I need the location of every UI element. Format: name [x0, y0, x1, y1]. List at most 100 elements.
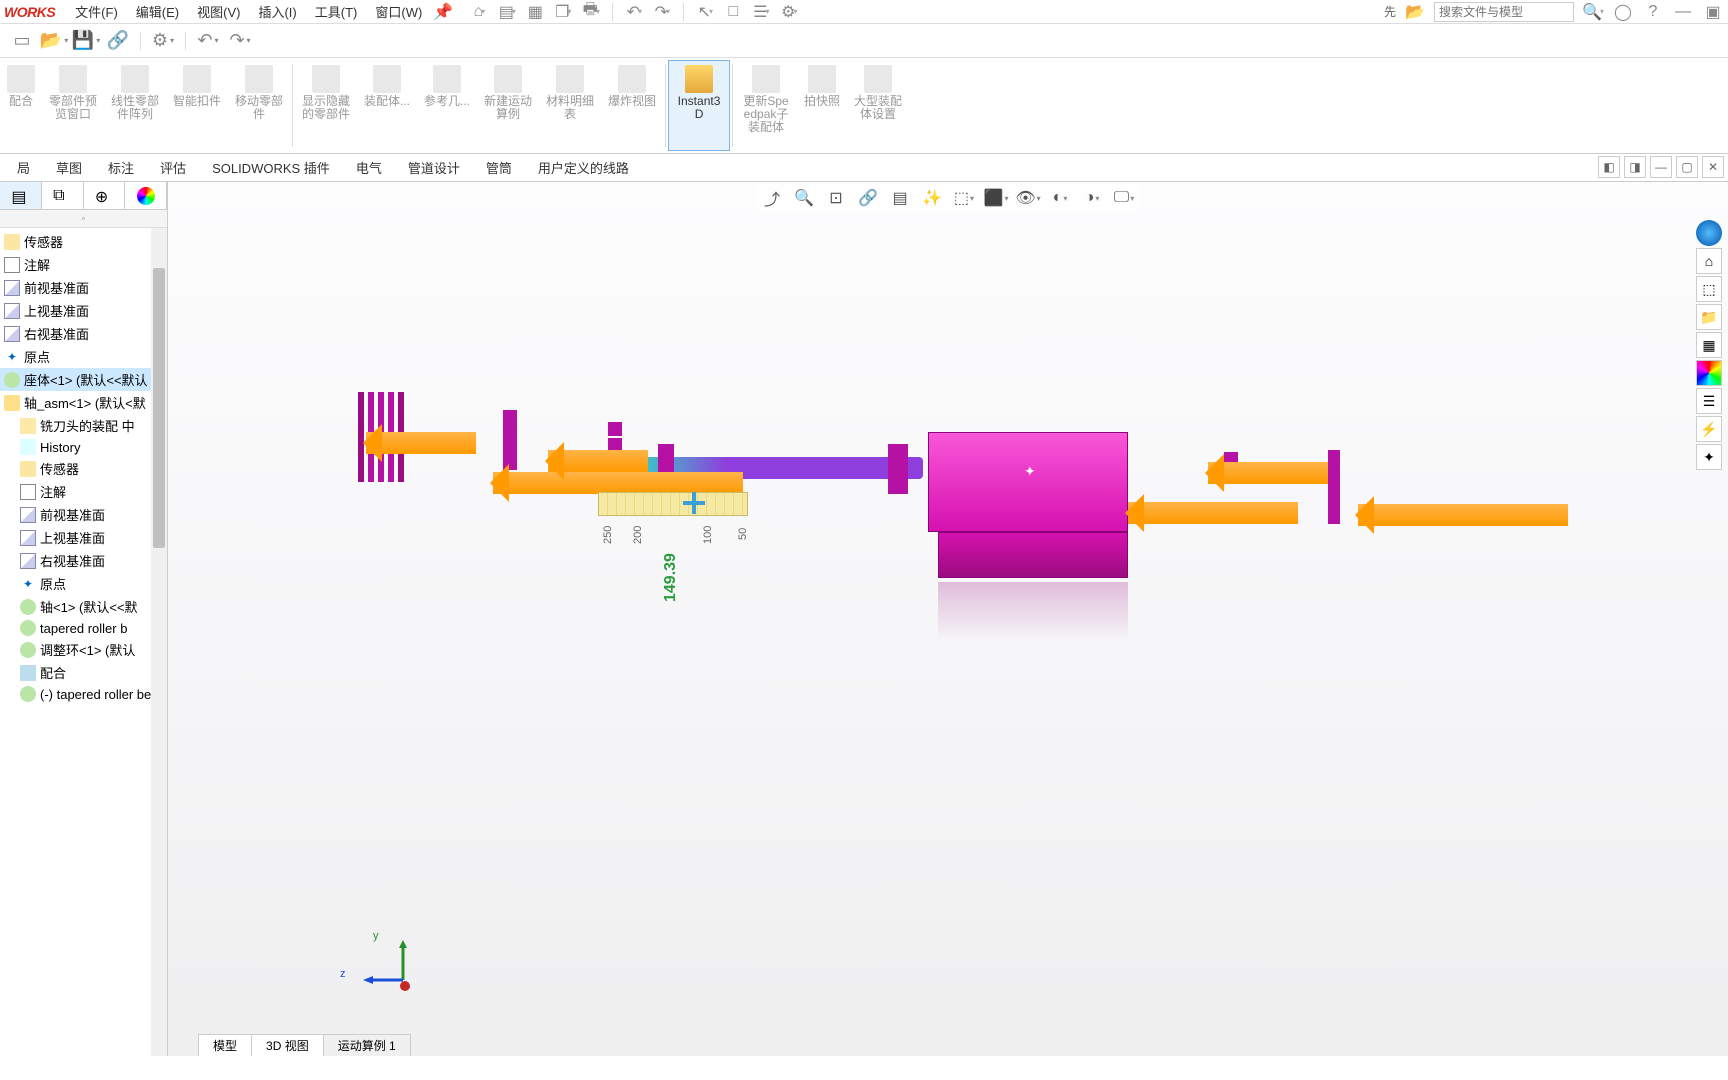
move-handle-icon[interactable]: [683, 492, 705, 514]
vp-dynamic-icon[interactable]: ✨: [918, 186, 946, 210]
tree-node-0[interactable]: 传感器: [0, 230, 167, 253]
redo-icon[interactable]: ↷: [651, 1, 673, 23]
tree-node-18[interactable]: 调整环<1> (默认: [0, 638, 167, 661]
btab-3dview[interactable]: 3D 视图: [251, 1034, 324, 1056]
orientation-triad[interactable]: [363, 936, 423, 996]
tab-electric[interactable]: 电气: [343, 153, 395, 181]
tree-node-20[interactable]: (-) tapered roller be: [0, 684, 167, 704]
tree-node-17[interactable]: tapered roller b: [0, 618, 167, 638]
rt-home-icon[interactable]: ⌂: [1696, 248, 1722, 274]
tab-evaluate[interactable]: 评估: [147, 153, 199, 181]
vp-hide-show-icon[interactable]: 👁: [1014, 186, 1042, 210]
fp-tab-appear[interactable]: [125, 182, 167, 209]
tree-node-3[interactable]: 上视基准面: [0, 299, 167, 322]
vp-appear-icon[interactable]: ◑: [1078, 186, 1106, 210]
gear-icon[interactable]: ⚙: [778, 1, 800, 23]
undo2-btn[interactable]: ↶: [194, 27, 222, 55]
rt-motion-icon[interactable]: ⚡: [1696, 416, 1722, 442]
tree-node-14[interactable]: 右视基准面: [0, 549, 167, 572]
vp-zoom-fit-icon[interactable]: 🔍: [790, 186, 818, 210]
viewport-3d[interactable]: ⤴ 🔍 ⊡ 🔗 ▤ ✨ ⬚ ⬛ 👁 ◐ ◑ 🖵 ✦: [168, 182, 1728, 1056]
vp-scene-icon[interactable]: ◐: [1046, 186, 1074, 210]
attach-btn[interactable]: 🔗: [104, 27, 132, 55]
menu-file[interactable]: 文件(F): [67, 0, 126, 23]
tab-tube[interactable]: 管筒: [473, 153, 525, 181]
rt-color-icon[interactable]: [1696, 360, 1722, 386]
list-icon[interactable]: ☰: [750, 1, 772, 23]
rt-box-icon[interactable]: ⬚: [1696, 276, 1722, 302]
panel-left-btn[interactable]: ◧: [1598, 156, 1620, 178]
tab-sketch[interactable]: 草图: [43, 153, 95, 181]
vp-prev-view-icon[interactable]: 🔗: [854, 186, 882, 210]
rt-render-icon[interactable]: ✦: [1696, 444, 1722, 470]
tab-annotate[interactable]: 标注: [95, 153, 147, 181]
doc-close-btn[interactable]: ✕: [1702, 156, 1724, 178]
vp-screen-icon[interactable]: 🖵: [1110, 186, 1138, 210]
fp-tab-tree[interactable]: ▤: [0, 182, 42, 209]
select-icon[interactable]: ↖: [694, 1, 716, 23]
search-input[interactable]: [1434, 2, 1574, 22]
panel-right-btn[interactable]: ◨: [1624, 156, 1646, 178]
tree-node-16[interactable]: 轴<1> (默认<<默: [0, 595, 167, 618]
tree-node-1[interactable]: 注解: [0, 253, 167, 276]
print-icon[interactable]: 🖶: [580, 1, 602, 23]
menu-tools[interactable]: 工具(T): [307, 0, 366, 23]
save-btn[interactable]: 💾: [72, 27, 100, 55]
redo2-btn[interactable]: ↷: [226, 27, 254, 55]
menu-edit[interactable]: 编辑(E): [128, 0, 187, 23]
tree-node-7[interactable]: 轴_asm<1> (默认<默: [0, 391, 167, 414]
tree-node-19[interactable]: 配合: [0, 661, 167, 684]
rt-globe-icon[interactable]: [1696, 220, 1722, 246]
doc-min-btn[interactable]: —: [1650, 156, 1672, 178]
options-btn[interactable]: ⚙: [149, 27, 177, 55]
open-btn[interactable]: 📂: [40, 27, 68, 55]
vp-view-orient-icon[interactable]: ⬚: [950, 186, 978, 210]
tree-node-12[interactable]: 前视基准面: [0, 503, 167, 526]
new-btn[interactable]: ▭: [8, 27, 36, 55]
menu-window[interactable]: 窗口(W): [367, 0, 430, 23]
dim-icon[interactable]: □: [722, 1, 744, 23]
tree-node-15[interactable]: 原点: [0, 572, 167, 595]
minimize-icon[interactable]: —: [1672, 1, 1694, 23]
tab-plugins[interactable]: SOLIDWORKS 插件: [199, 153, 343, 181]
menu-insert[interactable]: 插入(I): [250, 0, 304, 23]
doc-max-btn[interactable]: ▢: [1676, 156, 1698, 178]
tab-pipe[interactable]: 管道设计: [395, 153, 473, 181]
tree-node-8[interactable]: 铣刀头的装配 中: [0, 414, 167, 437]
menu-view[interactable]: 视图(V): [189, 0, 248, 23]
fp-tab-display[interactable]: ⊕: [84, 182, 126, 209]
layers-icon[interactable]: ❐: [552, 1, 574, 23]
vp-normal-icon[interactable]: ⤴: [758, 186, 786, 210]
rt-folder-icon[interactable]: 📁: [1696, 304, 1722, 330]
fp-tab-config[interactable]: ⧉: [42, 182, 84, 209]
pin-icon[interactable]: 📌: [432, 1, 454, 23]
maximize-icon[interactable]: ▣: [1702, 1, 1724, 23]
tree-node-4[interactable]: 右视基准面: [0, 322, 167, 345]
search-icon[interactable]: 🔍: [1582, 1, 1604, 23]
undo-icon[interactable]: ↶: [623, 1, 645, 23]
tree-node-6[interactable]: 座体<1> (默认<<默认: [0, 368, 167, 391]
tab-layout[interactable]: 局: [4, 153, 43, 181]
user-icon[interactable]: ◯: [1612, 1, 1634, 23]
ribbon-btn-11[interactable]: Instant3D: [668, 60, 730, 151]
vp-zoom-area-icon[interactable]: ⊡: [822, 186, 850, 210]
vp-section-icon[interactable]: ▤: [886, 186, 914, 210]
instant3d-ruler[interactable]: [598, 492, 748, 516]
grid-icon[interactable]: ▦: [524, 1, 546, 23]
rt-list-icon[interactable]: ☰: [1696, 388, 1722, 414]
tree-node-10[interactable]: 传感器: [0, 457, 167, 480]
folder-open-icon[interactable]: 📂: [1404, 1, 1426, 23]
vp-display-style-icon[interactable]: ⬛: [982, 186, 1010, 210]
tree-scrollbar[interactable]: [151, 228, 167, 1056]
btab-model[interactable]: 模型: [198, 1034, 252, 1056]
tree-node-9[interactable]: History: [0, 437, 167, 457]
tree-node-13[interactable]: 上视基准面: [0, 526, 167, 549]
rt-grid-icon[interactable]: ▦: [1696, 332, 1722, 358]
tree-node-2[interactable]: 前视基准面: [0, 276, 167, 299]
home-icon[interactable]: ⌂: [468, 1, 490, 23]
tree-node-11[interactable]: 注解: [0, 480, 167, 503]
help-icon[interactable]: ?: [1642, 1, 1664, 23]
tab-userroute[interactable]: 用户定义的线路: [525, 153, 642, 181]
tree-node-5[interactable]: 原点: [0, 345, 167, 368]
btab-motion[interactable]: 运动算例 1: [323, 1034, 411, 1056]
